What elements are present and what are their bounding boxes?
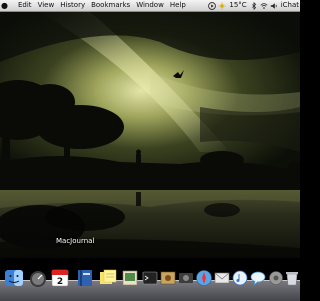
menu-help[interactable]: Help	[167, 0, 189, 11]
terminal-icon[interactable]	[140, 268, 160, 288]
volume-icon[interactable]	[270, 2, 278, 10]
desktop-file-macjournal[interactable]: MacJournal	[0, 237, 300, 247]
menu-view[interactable]: View	[35, 0, 58, 11]
ichat-icon[interactable]	[248, 268, 268, 288]
temperature-text[interactable]: 15°C	[228, 0, 247, 11]
wifi-icon[interactable]	[260, 2, 268, 10]
desktop-file-label: MacJournal	[56, 237, 95, 245]
calendar-icon[interactable]: 2	[50, 268, 70, 288]
bluetooth-icon[interactable]	[250, 1, 258, 10]
sun-icon[interactable]	[218, 1, 226, 10]
finder-icon[interactable]	[4, 268, 24, 288]
play-icon[interactable]	[208, 1, 217, 10]
itunes-icon[interactable]	[230, 268, 250, 288]
preview-icon[interactable]	[120, 268, 140, 288]
desktop[interactable]: MacJournal	[0, 12, 300, 258]
image-capture-icon[interactable]	[176, 268, 196, 288]
menu-bookmarks[interactable]: Bookmarks	[88, 0, 133, 11]
stickies-icon[interactable]	[98, 268, 118, 288]
journal-icon[interactable]	[75, 268, 95, 288]
menu-user-text[interactable]: iChat	[280, 0, 299, 11]
apple-menu-icon[interactable]: ●	[0, 0, 9, 11]
dock: 2	[0, 256, 302, 301]
menu-bar: ● Edit View History Bookmarks Window Hel…	[0, 0, 300, 12]
photo-icon[interactable]	[158, 268, 178, 288]
trash-icon[interactable]	[282, 268, 302, 288]
desktop-wallpaper	[0, 12, 300, 258]
menu-edit[interactable]: Edit	[15, 0, 35, 11]
safari-icon[interactable]	[194, 268, 214, 288]
menu-status-area: 15°C iChat	[208, 0, 300, 11]
mail-icon[interactable]	[212, 268, 232, 288]
menu-history[interactable]: History	[57, 0, 88, 11]
menu-window[interactable]: Window	[133, 0, 167, 11]
dashboard-icon[interactable]	[28, 268, 48, 288]
calendar-day-text: 2	[57, 277, 63, 287]
